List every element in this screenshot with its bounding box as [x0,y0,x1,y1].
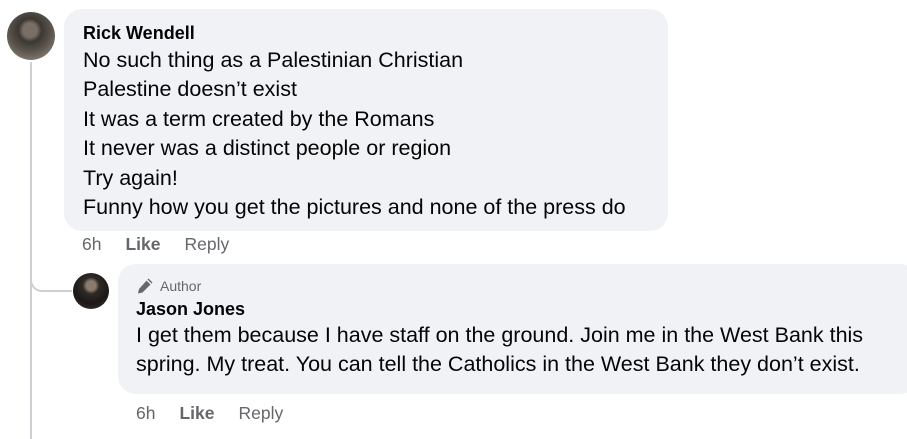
timestamp[interactable]: 6h [136,403,155,424]
timestamp[interactable]: 6h [82,234,101,255]
comment-bubble: Rick Wendell No such thing as a Palestin… [64,9,668,231]
comment-line: It never was a distinct people or region [83,136,452,161]
author-badge-label: Author [160,278,202,294]
comment-actions: 6h Like Reply [82,234,253,255]
avatar[interactable] [73,273,109,309]
author-badge: Author [136,276,907,296]
comment-line: Try again! [83,165,178,190]
comment-line: I get them because I have staff on the g… [136,323,864,347]
like-button[interactable]: Like [179,403,214,424]
comment-line: No such thing as a Palestinian Christian [83,48,464,72]
comment-line: It was a term created by the Romans [83,106,435,131]
comment-author[interactable]: Jason Jones [136,298,907,320]
reply-button[interactable]: Reply [185,234,230,255]
thread-line-branch [30,276,72,292]
comment-text: No such thing as a Palestinian Christian… [83,46,668,222]
pencil-icon [138,278,153,294]
comment-line: spring. My treat. You can tell the Catho… [136,352,860,377]
comment-actions: 6h Like Reply [136,403,307,424]
comment-line: Palestine doesn’t exist [83,77,297,102]
thread-line-vertical [30,62,32,439]
reply-button[interactable]: Reply [239,403,284,424]
like-button[interactable]: Like [125,234,160,255]
comment-text: I get them because I have staff on the g… [136,321,907,380]
comment-line: Funny how you get the pictures and none … [83,195,626,220]
avatar[interactable] [7,12,55,60]
comment-bubble: Author Jason Jones I get them because I … [118,264,907,394]
comment-author[interactable]: Rick Wendell [83,22,668,44]
